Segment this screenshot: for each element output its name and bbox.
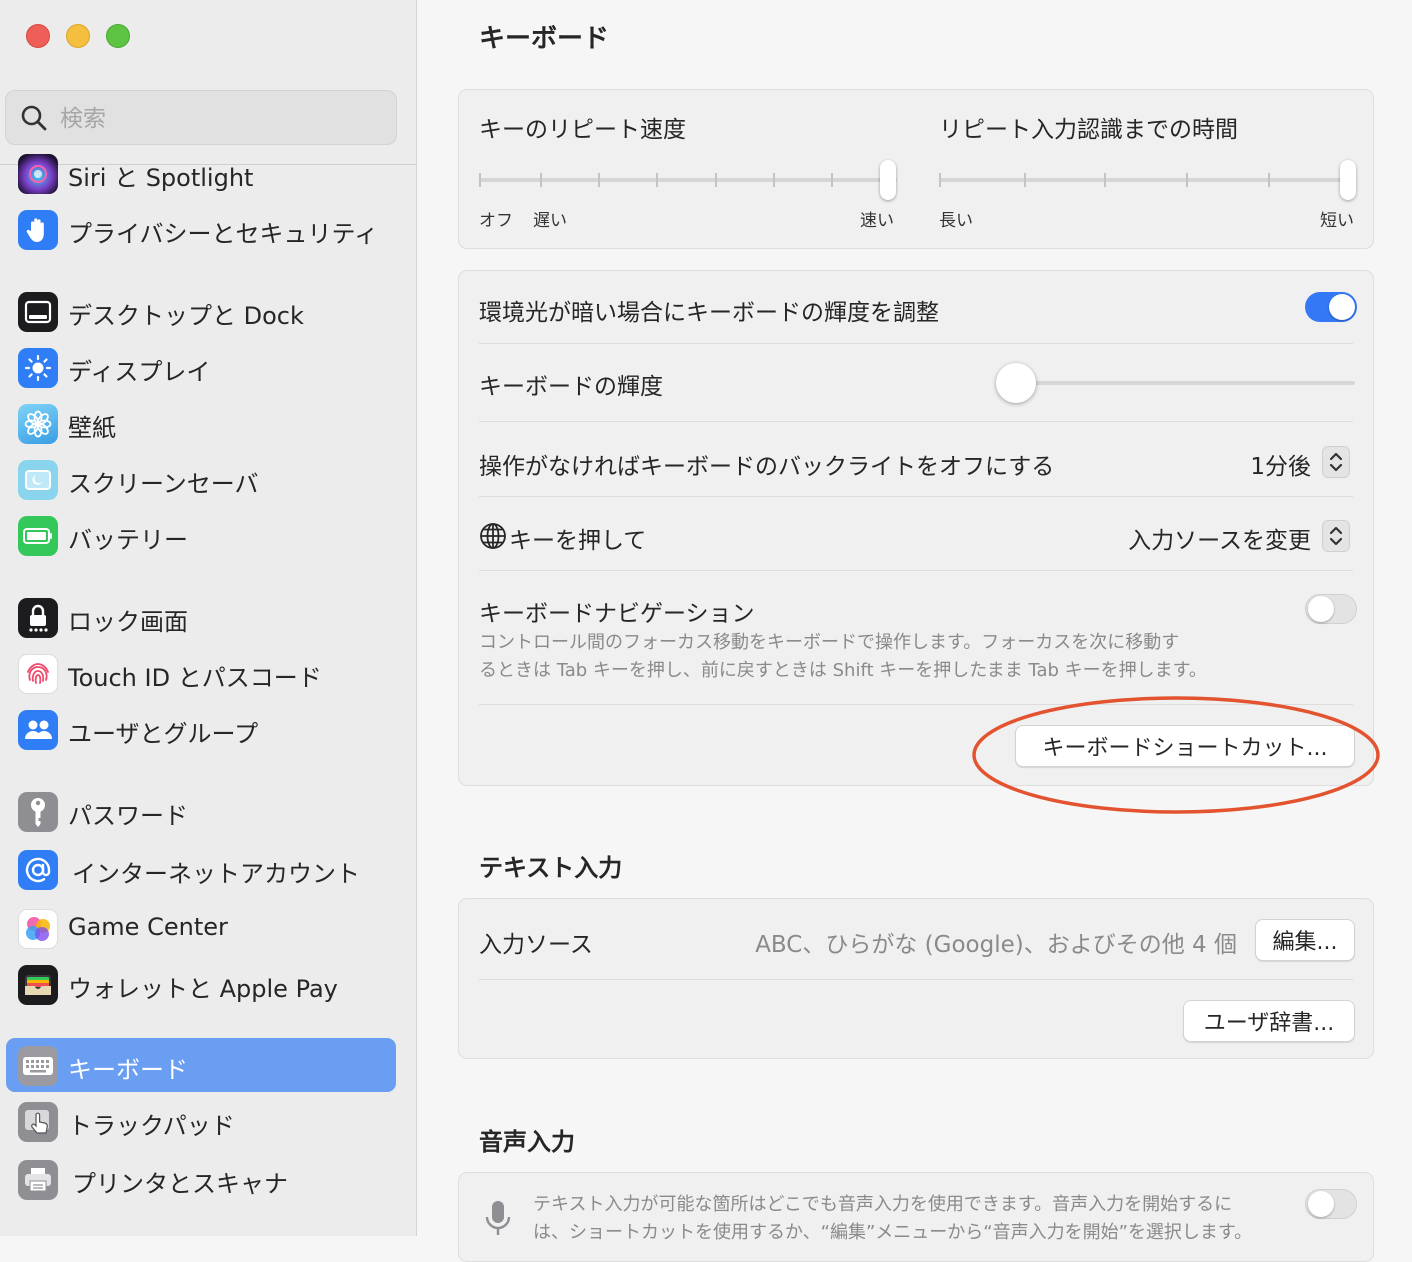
sidebar-item-label: スクリーンセーバ: [68, 470, 259, 498]
sidebar: Siri と Spotlight プライバシーとセキュリティ デスクトップと D…: [0, 0, 417, 1236]
popup-stepper-icon: [1322, 446, 1350, 478]
page-title: キーボード: [479, 24, 610, 54]
key-repeat-speed-label: キーのリピート速度: [479, 117, 686, 143]
globe-icon: [480, 523, 506, 549]
microphone-icon: [485, 1201, 511, 1235]
input-sources-value: ABC、ひらがな (Google)、およびその他 4 個: [755, 932, 1237, 958]
backlight-off-value: 1分後: [1250, 454, 1311, 480]
siri-icon: [18, 154, 58, 194]
auto-brightness-label: 環境光が暗い場合にキーボードの輝度を調整: [479, 300, 939, 326]
sidebar-item-label: Game Center: [68, 913, 228, 941]
sidebar-item-privacy[interactable]: プライバシーとセキュリティ: [6, 202, 396, 256]
sidebar-item-label: キーボード: [68, 1056, 188, 1084]
minimize-window-button[interactable]: [66, 24, 90, 48]
search-input[interactable]: [58, 101, 382, 137]
search-icon: [21, 105, 47, 131]
key-repeat-speed-thumb[interactable]: [880, 160, 896, 200]
keyboard-navigation-description-line1: コントロール間のフォーカス移動をキーボードで操作します。フォーカスを次に移動す: [479, 632, 1180, 653]
keyboard-navigation-label: キーボードナビゲーション: [479, 601, 755, 627]
user-dictionary-button[interactable]: ユーザ辞書...: [1183, 1000, 1355, 1042]
battery-icon: [18, 516, 58, 556]
printer-icon: [18, 1160, 58, 1200]
sidebar-item-label: トラックパッド: [68, 1112, 235, 1140]
dictation-toggle[interactable]: [1305, 1189, 1357, 1219]
zoom-window-button[interactable]: [106, 24, 130, 48]
wallet-icon: [18, 965, 58, 1005]
sidebar-item-siri[interactable]: Siri と Spotlight: [6, 146, 396, 200]
sidebar-item-label: Touch ID とパスコード: [68, 664, 322, 692]
text-input-card: 入力ソース ABC、ひらがな (Google)、およびその他 4 個 編集...…: [458, 898, 1374, 1059]
speed-slow-label: 遅い: [533, 211, 567, 231]
auto-brightness-toggle[interactable]: [1305, 292, 1357, 322]
display-sun-icon: [18, 348, 58, 388]
sidebar-item-label: パスワード: [68, 802, 188, 830]
sidebar-item-label: バッテリー: [68, 526, 188, 554]
sidebar-item-label: ウォレットと Apple Pay: [68, 975, 338, 1003]
repeat-delay-label: リピート入力認識までの時間: [939, 117, 1238, 143]
dictation-card: テキスト入力が可能な箇所はどこでも音声入力を使用できます。音声入力を開始するに …: [458, 1172, 1374, 1262]
sidebar-item-wallpaper[interactable]: 壁紙: [6, 396, 396, 450]
sidebar-item-lock-screen[interactable]: ロック画面: [6, 590, 396, 644]
sidebar-item-label: Siri と Spotlight: [68, 164, 254, 192]
sidebar-item-label: ロック画面: [68, 608, 188, 636]
fingerprint-icon: [18, 654, 58, 694]
dictation-description-line1: テキスト入力が可能な箇所はどこでも音声入力を使用できます。音声入力を開始するに: [533, 1194, 1233, 1215]
sidebar-item-trackpad[interactable]: トラックパッド: [6, 1094, 396, 1148]
sidebar-item-printers[interactable]: プリンタとスキャナ: [6, 1152, 396, 1206]
at-icon: [18, 850, 58, 890]
sidebar-item-label: ユーザとグループ: [68, 720, 259, 748]
sidebar-item-label: プリンタとスキャナ: [72, 1170, 288, 1198]
main-content: キーボード キーのリピート速度 リピート入力認識までの時間 オフ 遅い 速い 長…: [417, 0, 1412, 1262]
close-window-button[interactable]: [26, 24, 50, 48]
sidebar-item-battery[interactable]: バッテリー: [6, 508, 396, 562]
keyboard-icon: [18, 1046, 58, 1086]
popup-stepper-icon: [1322, 520, 1350, 552]
sidebar-item-internet-accounts[interactable]: インターネットアカウント: [6, 842, 396, 896]
edit-input-sources-button[interactable]: 編集...: [1255, 919, 1355, 961]
keyboard-navigation-description-line2: るときは Tab キーを押し、前に戻すときは Shift キーを押したまま Ta…: [479, 660, 1207, 681]
dictation-description-line2: は、ショートカットを使用するか、“編集”メニューから“音声入力を開始”を選択しま…: [533, 1222, 1253, 1243]
sidebar-item-label: 壁紙: [68, 414, 116, 442]
screensaver-icon: [18, 460, 58, 500]
keyboard-settings-card: 環境光が暗い場合にキーボードの輝度を調整 キーボードの輝度 操作がなければキーボ…: [458, 270, 1374, 786]
sidebar-item-users-groups[interactable]: ユーザとグループ: [6, 702, 396, 756]
keyboard-brightness-label: キーボードの輝度: [479, 374, 663, 400]
keyboard-shortcuts-button[interactable]: キーボードショートカット...: [1015, 725, 1355, 767]
search-box[interactable]: [5, 90, 397, 145]
sidebar-item-label: デスクトップと Dock: [68, 302, 304, 330]
trackpad-icon: [18, 1102, 58, 1142]
delay-long-label: 長い: [939, 211, 973, 231]
keyboard-brightness-thumb[interactable]: [996, 363, 1036, 403]
sidebar-item-wallet[interactable]: ウォレットと Apple Pay: [6, 957, 396, 1011]
sidebar-item-label: ディスプレイ: [68, 358, 211, 386]
sidebar-item-label: インターネットアカウント: [72, 860, 360, 888]
hand-icon: [18, 210, 58, 250]
text-input-title: テキスト入力: [479, 854, 623, 882]
sidebar-item-label: プライバシーとセキュリティ: [68, 220, 379, 248]
repeat-delay-thumb[interactable]: [1340, 160, 1356, 200]
sidebar-item-touch-id[interactable]: Touch ID とパスコード: [6, 646, 396, 700]
key-icon: [18, 792, 58, 832]
dictation-title: 音声入力: [479, 1128, 575, 1156]
sidebar-item-game-center[interactable]: Game Center: [6, 901, 396, 955]
speed-off-label: オフ: [479, 211, 513, 231]
globe-key-value: 入力ソースを変更: [1128, 528, 1311, 554]
speed-fast-label: 速い: [860, 211, 894, 231]
keyboard-navigation-toggle[interactable]: [1305, 594, 1357, 624]
sidebar-item-desktop-dock[interactable]: デスクトップと Dock: [6, 284, 396, 338]
key-repeat-card: キーのリピート速度 リピート入力認識までの時間 オフ 遅い 速い 長い 短い: [458, 89, 1374, 249]
dock-icon: [18, 292, 58, 332]
sidebar-item-keyboard[interactable]: キーボード: [6, 1038, 396, 1092]
game-center-icon: [18, 909, 58, 949]
input-sources-label: 入力ソース: [479, 932, 593, 958]
sidebar-item-passwords[interactable]: パスワード: [6, 784, 396, 838]
backlight-off-label: 操作がなければキーボードのバックライトをオフにする: [479, 454, 1055, 480]
wallpaper-flower-icon: [18, 404, 58, 444]
users-icon: [18, 710, 58, 750]
sidebar-item-screensaver[interactable]: スクリーンセーバ: [6, 452, 396, 506]
globe-key-label: キーを押して: [509, 528, 647, 554]
sidebar-item-display[interactable]: ディスプレイ: [6, 340, 396, 394]
delay-short-label: 短い: [1320, 211, 1354, 231]
lock-icon: [18, 598, 58, 638]
